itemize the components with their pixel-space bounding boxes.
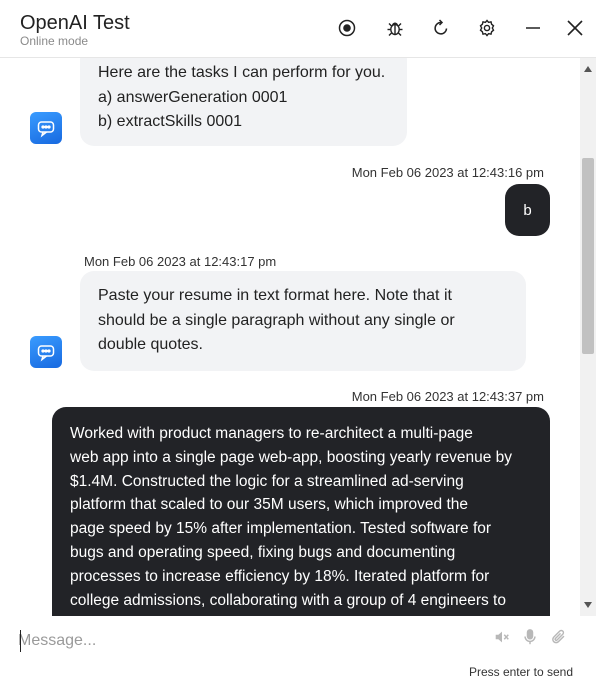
bug-icon[interactable] bbox=[384, 17, 406, 39]
message-line: page speed by 15% after implementation. … bbox=[70, 520, 492, 538]
text-caret bbox=[20, 630, 21, 652]
bot-message: Here are the tasks I can perform for you… bbox=[80, 58, 407, 146]
message-line: should be a single paragraph without any… bbox=[98, 311, 455, 329]
message-line: Worked with product managers to re-archi… bbox=[70, 425, 473, 442]
message-line: college admissions, collaborating with a… bbox=[70, 591, 506, 609]
bot-avatar-icon bbox=[30, 112, 62, 144]
message-line: Here are the tasks I can perform for you… bbox=[98, 64, 386, 81]
message-text: b bbox=[523, 201, 532, 219]
microphone-icon[interactable] bbox=[519, 626, 541, 648]
message-line: b) extractSkills 0001 bbox=[98, 113, 243, 130]
message-list[interactable]: Here are the tasks I can perform for you… bbox=[0, 58, 580, 616]
close-icon[interactable] bbox=[564, 17, 586, 39]
minimize-icon[interactable] bbox=[522, 17, 544, 39]
message-line: a) answerGeneration 0001 bbox=[98, 88, 288, 106]
message-timestamp: Mon Feb 06 2023 at 12:43:37 pm bbox=[351, 389, 544, 404]
message-line: Paste your resume in text format here. N… bbox=[98, 287, 452, 304]
bot-message: Paste your resume in text format here. N… bbox=[80, 271, 526, 371]
scrollbar-thumb[interactable] bbox=[582, 158, 594, 354]
connection-status: Online mode bbox=[20, 34, 89, 48]
message-timestamp: Mon Feb 06 2023 at 12:43:17 pm bbox=[84, 254, 277, 269]
send-hint: Press enter to send bbox=[468, 665, 573, 679]
attachment-icon[interactable] bbox=[548, 626, 570, 648]
settings-icon[interactable] bbox=[476, 17, 498, 39]
message-line: double quotes. bbox=[98, 336, 203, 353]
chat-header: OpenAI Test Online mode bbox=[0, 0, 596, 58]
message-timestamp: Mon Feb 06 2023 at 12:43:16 pm bbox=[351, 165, 544, 180]
user-message: b bbox=[505, 184, 550, 236]
refresh-icon[interactable] bbox=[430, 17, 452, 39]
scroll-up-arrow-icon[interactable] bbox=[584, 66, 592, 72]
message-line: $1.4M. Constructed the logic for a strea… bbox=[70, 472, 464, 490]
user-message: Worked with product managers to re-archi… bbox=[52, 407, 550, 616]
chat-title: OpenAI Test bbox=[20, 12, 130, 34]
chat-scrollbar[interactable] bbox=[580, 58, 596, 616]
message-composer: Press enter to send bbox=[0, 616, 596, 680]
scroll-down-arrow-icon[interactable] bbox=[584, 602, 592, 608]
message-line: processes to increase efficiency by 18%.… bbox=[70, 567, 490, 585]
bot-avatar-icon bbox=[30, 336, 62, 368]
record-icon[interactable] bbox=[336, 17, 358, 39]
speaker-muted-icon[interactable] bbox=[491, 626, 513, 648]
message-line: platform that scaled to our 35M users, w… bbox=[70, 496, 469, 514]
message-input[interactable] bbox=[18, 628, 458, 654]
message-line: web app into a single page web-app, boos… bbox=[70, 448, 513, 466]
message-line: bugs and operating speed, fixing bugs an… bbox=[70, 543, 456, 561]
